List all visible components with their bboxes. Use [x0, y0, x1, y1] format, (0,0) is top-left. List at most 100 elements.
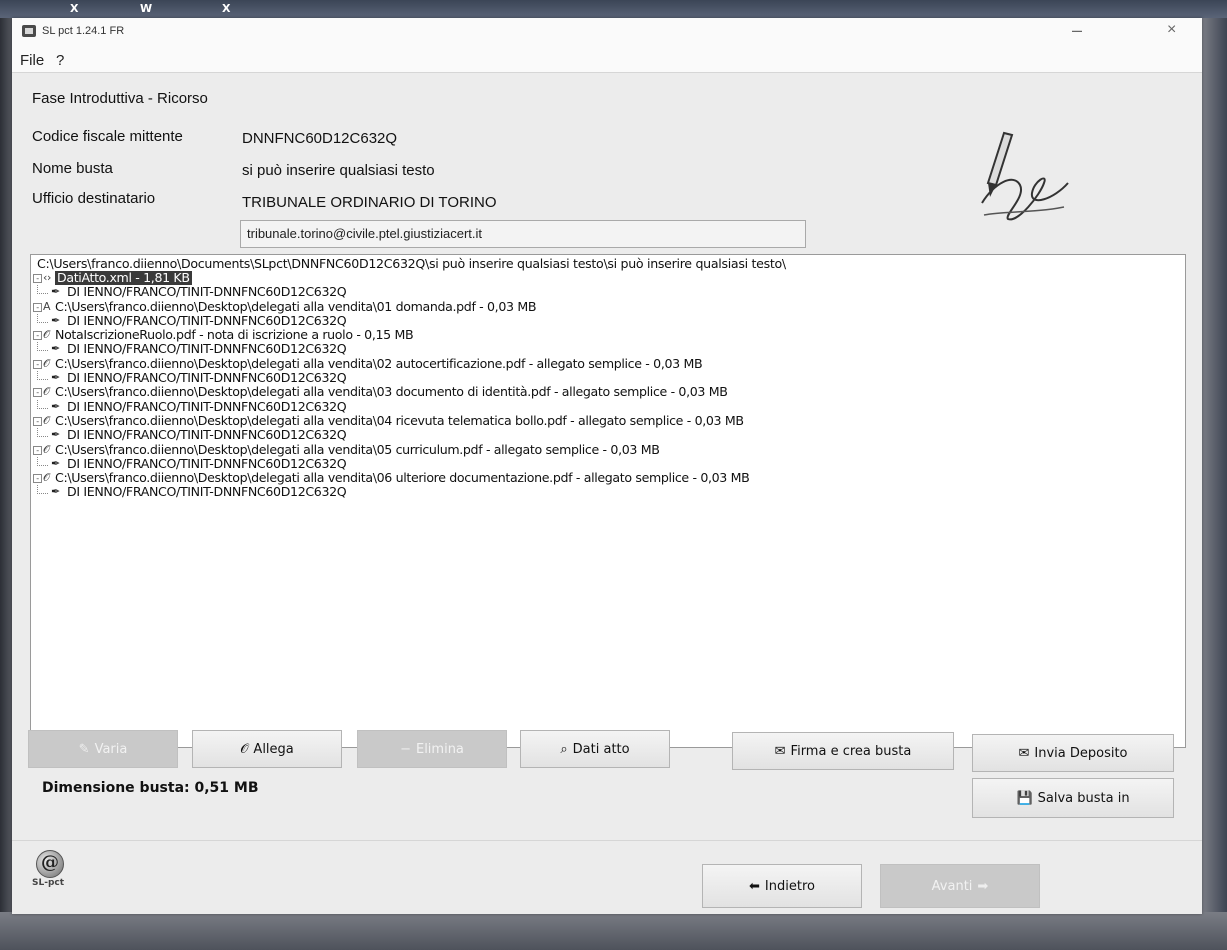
invia-label: Invia Deposito	[1034, 745, 1128, 761]
paperclip-icon: 𝒪	[240, 741, 249, 757]
menu-bar: File ?	[12, 48, 1202, 73]
signer-label: DI IENNO/FRANCO/TINIT-DNNFNC60D12C632Q	[67, 312, 347, 328]
avanti-label: Avanti	[931, 878, 973, 894]
menu-help[interactable]: ?	[56, 52, 64, 69]
tree-node-label: DatiAtto.xml - 1,81 KB	[55, 270, 192, 286]
phase-title: Fase Introduttiva - Ricorso	[32, 90, 208, 107]
app-icon	[22, 25, 36, 37]
firma-crea-busta-button[interactable]: ✉ Firma e crea busta	[732, 732, 954, 770]
nome-busta-value: si può inserire qualsiasi testo	[242, 162, 435, 179]
ufficio-label: Ufficio destinatario	[32, 190, 156, 207]
menu-file[interactable]: File	[20, 52, 44, 69]
pen-icon: ✒	[51, 313, 60, 327]
signer-label: DI IENNO/FRANCO/TINIT-DNNFNC60D12C632Q	[67, 284, 347, 300]
collapse-toggle-icon[interactable]: -	[33, 359, 42, 369]
send-envelope-icon: ✉	[1018, 745, 1030, 761]
pen-icon: ✒	[51, 285, 60, 299]
arrow-right-icon: ➡	[977, 878, 989, 894]
app-window: SL pct 1.24.1 FR – × File ? Fase Introdu…	[12, 18, 1202, 914]
close-button[interactable]: ×	[1167, 21, 1176, 39]
envelope-tree[interactable]: C:\Users\franco.diienno\Documents\SLpct\…	[30, 254, 1186, 748]
collapse-toggle-icon[interactable]: -	[33, 388, 42, 398]
tree-node[interactable]: - A C:\Users\franco.diienno\Desktop\delega…	[31, 299, 1181, 314]
varia-button[interactable]: ✎ Varia	[28, 730, 178, 768]
indietro-label: Indietro	[764, 878, 815, 894]
collapse-toggle-icon[interactable]: -	[33, 274, 42, 283]
minimize-button[interactable]: –	[1072, 20, 1082, 41]
tree-node-label: NotaIscrizioneRuolo.pdf - nota di iscriz…	[55, 327, 414, 343]
signature-node[interactable]: ✒ DI IENNO/FRANCO/TINIT-DNNFNC60D12C632Q	[31, 427, 1181, 442]
pen-icon: ✒	[51, 485, 60, 499]
tree-connector	[37, 285, 48, 295]
collapse-toggle-icon[interactable]: -	[33, 474, 42, 484]
tree-node[interactable]: - 𝒪 C:\Users\franco.diienno\Desktop\delega…	[31, 442, 1181, 457]
tree-node[interactable]: - 𝒪 NotaIscrizioneRuolo.pdf - nota di iscr…	[31, 327, 1181, 343]
dati-atto-button[interactable]: ⌕ Dati atto	[520, 730, 670, 768]
word-taskbar-icon[interactable]: W	[140, 2, 152, 16]
tree-node-label: C:\Users\franco.diienno\Desktop\delegati…	[55, 384, 728, 400]
collapse-toggle-icon[interactable]: -	[33, 331, 42, 341]
signature-node[interactable]: ✒ DI IENNO/FRANCO/TINIT-DNNFNC60D12C632Q	[31, 485, 1181, 499]
collapse-toggle-icon[interactable]: -	[33, 445, 42, 455]
elimina-label: Elimina	[415, 741, 464, 757]
tree-node[interactable]: - 𝒪 C:\Users\franco.diienno\Desktop\delega…	[31, 355, 1181, 371]
pen-icon: ✒	[51, 428, 60, 442]
ufficio-value: TRIBUNALE ORDINARIO DI TORINO	[242, 194, 497, 211]
signature-icon	[981, 131, 1069, 221]
sl-pct-logo: @ SL-pct	[32, 850, 72, 894]
tree-connector	[37, 428, 48, 438]
signature-node[interactable]: ✒ DI IENNO/FRANCO/TINIT-DNNFNC60D12C632Q	[31, 370, 1181, 385]
attachment-icon: 𝒪	[43, 442, 50, 456]
tree-node[interactable]: - 𝒪 C:\Users\franco.diienno\Desktop\delega…	[31, 385, 1181, 399]
pec-address-field[interactable]: tribunale.torino@civile.ptel.giustiziace…	[240, 220, 806, 248]
tree-node[interactable]: - 𝒪 C:\Users\franco.diienno\Desktop\delega…	[31, 413, 1181, 428]
logo-text: SL-pct	[32, 878, 65, 888]
tree-node[interactable]: - ‹› DatiAtto.xml - 1,81 KB	[31, 270, 1181, 286]
desktop-taskbar: X W X	[0, 0, 1227, 18]
envelope-icon: ✉	[774, 743, 786, 759]
tree-connector	[37, 371, 48, 381]
arrow-left-icon: ⬅	[749, 878, 760, 894]
at-sign-icon: @	[36, 850, 64, 878]
collapse-toggle-icon[interactable]: -	[33, 416, 42, 426]
attachment-icon: 𝒪	[43, 471, 50, 485]
avanti-button[interactable]: Avanti ➡	[880, 864, 1040, 908]
tree-node[interactable]: - 𝒪 C:\Users\franco.diienno\Desktop\delega…	[31, 470, 1181, 485]
tree-connector	[37, 313, 48, 323]
firma-label: Firma e crea busta	[790, 743, 912, 759]
allega-label: Allega	[253, 741, 294, 757]
excel-taskbar-icon[interactable]: X	[70, 2, 78, 16]
elimina-button[interactable]: − Elimina	[357, 730, 507, 768]
indietro-button[interactable]: ⬅ Indietro	[702, 864, 862, 908]
title-bar: SL pct 1.24.1 FR – ×	[12, 18, 1202, 48]
collapse-toggle-icon[interactable]: -	[33, 302, 42, 312]
excel-taskbar-icon-2[interactable]: X	[222, 2, 230, 16]
signature-node[interactable]: ✒ DI IENNO/FRANCO/TINIT-DNNFNC60D12C632Q	[31, 398, 1181, 414]
codice-fiscale-value: DNNFNC60D12C632Q	[242, 130, 398, 147]
attachment-icon: 𝒪	[43, 385, 50, 399]
xml-icon: ‹›	[43, 271, 52, 284]
invia-deposito-button[interactable]: ✉ Invia Deposito	[972, 734, 1174, 772]
attachment-icon: 𝒪	[43, 328, 50, 342]
attachment-icon: 𝒪	[43, 413, 50, 427]
signer-label: DI IENNO/FRANCO/TINIT-DNNFNC60D12C632Q	[67, 398, 347, 414]
tree-node-label: C:\Users\franco.diienno\Desktop\delegati…	[55, 355, 703, 371]
tree-connector	[37, 399, 48, 409]
signature-node[interactable]: ✒ DI IENNO/FRANCO/TINIT-DNNFNC60D12C632Q	[31, 342, 1181, 356]
allega-button[interactable]: 𝒪 Allega	[192, 730, 342, 768]
pencil-icon: ✎	[78, 741, 90, 757]
principal-act-icon: A	[43, 299, 51, 313]
signature-node[interactable]: ✒ DI IENNO/FRANCO/TINIT-DNNFNC60D12C632Q	[31, 456, 1181, 471]
signature-node[interactable]: ✒ DI IENNO/FRANCO/TINIT-DNNFNC60D12C632Q	[31, 312, 1181, 328]
minus-icon: −	[400, 741, 411, 757]
varia-label: Varia	[94, 741, 128, 757]
signer-label: DI IENNO/FRANCO/TINIT-DNNFNC60D12C632Q	[67, 484, 347, 500]
pen-icon: ✒	[51, 342, 60, 356]
desktop-bottom-edge	[0, 912, 1227, 950]
window-title: SL pct 1.24.1 FR	[42, 25, 125, 37]
codice-fiscale-label: Codice fiscale mittente	[32, 128, 183, 145]
tree-list: - ‹› DatiAtto.xml - 1,81 KB ✒ DI IENNO/FRANC…	[31, 270, 1181, 500]
tree-connector	[37, 456, 48, 466]
signature-node[interactable]: ✒ DI IENNO/FRANCO/TINIT-DNNFNC60D12C632Q	[31, 284, 1181, 300]
salva-busta-button[interactable]: 💾 Salva busta in	[972, 778, 1174, 818]
